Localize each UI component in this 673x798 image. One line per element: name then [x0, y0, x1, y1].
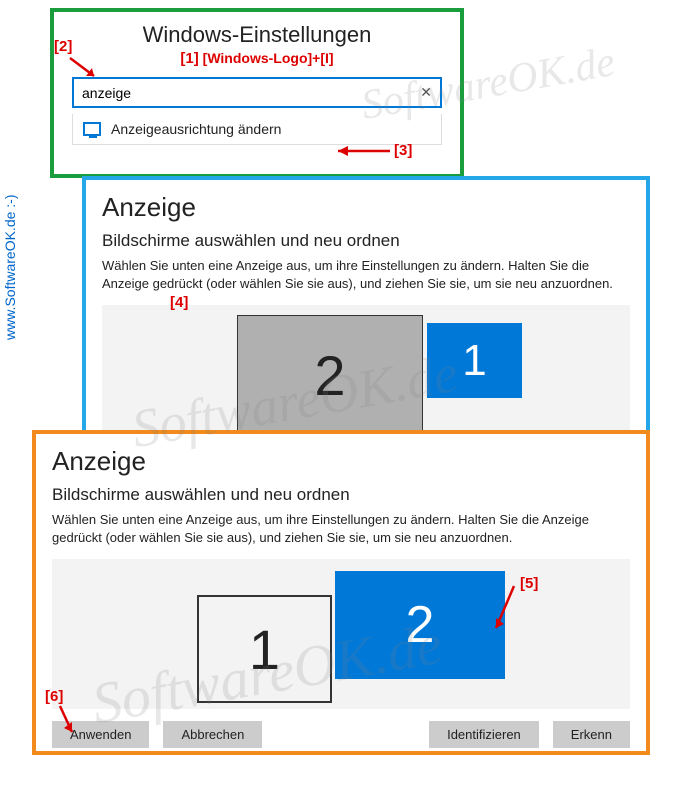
- keyboard-shortcut-hint: [1] [Windows-Logo]+[I]: [72, 50, 442, 67]
- shortcut-text: [Windows-Logo]+[I]: [203, 50, 334, 66]
- annotation-4: [4]: [170, 294, 188, 311]
- monitor-arrange-area[interactable]: 2 1: [52, 559, 630, 709]
- display-description: Wählen Sie unten eine Anzeige aus, um ih…: [102, 257, 630, 293]
- search-input[interactable]: [82, 85, 420, 101]
- annotation-2: [2]: [54, 38, 72, 55]
- monitor-2[interactable]: 2: [335, 571, 505, 679]
- display-title: Anzeige: [102, 192, 630, 223]
- search-box[interactable]: ✕: [72, 77, 442, 108]
- display-subtitle: Bildschirme auswählen und neu ordnen: [52, 485, 630, 505]
- identify-button[interactable]: Identifizieren: [429, 721, 539, 748]
- monitor-arrange-area[interactable]: 2 1: [102, 305, 630, 445]
- button-row: Anwenden Abbrechen Identifizieren Erkenn: [52, 721, 630, 748]
- monitor-icon: [83, 122, 101, 136]
- sidebar-url-text: www.SoftwareOK.de :-): [2, 195, 18, 341]
- arrow-icon: [64, 52, 104, 82]
- arrow-icon: [490, 580, 520, 640]
- cancel-button[interactable]: Abbrechen: [163, 721, 262, 748]
- annotation-3: [3]: [394, 142, 412, 159]
- arrow-icon: [52, 702, 82, 738]
- annotation-6: [6]: [45, 688, 63, 705]
- settings-title: Windows-Einstellungen: [72, 22, 442, 48]
- display-subtitle: Bildschirme auswählen und neu ordnen: [102, 231, 630, 251]
- display-title: Anzeige: [52, 446, 630, 477]
- display-description: Wählen Sie unten eine Anzeige aus, um ih…: [52, 511, 630, 547]
- search-result-item[interactable]: Anzeigeausrichtung ändern: [72, 114, 442, 145]
- arrow-icon: [330, 142, 394, 160]
- monitor-1[interactable]: 1: [197, 595, 332, 703]
- monitor-2[interactable]: 2: [237, 315, 423, 435]
- clear-icon[interactable]: ✕: [420, 84, 432, 101]
- monitor-1[interactable]: 1: [427, 323, 522, 398]
- annotation-5: [5]: [520, 575, 538, 592]
- annotation-1: [1]: [180, 50, 198, 67]
- display-panel-after: Anzeige Bildschirme auswählen und neu or…: [32, 430, 650, 755]
- detect-button[interactable]: Erkenn: [553, 721, 630, 748]
- search-result-label: Anzeigeausrichtung ändern: [111, 121, 281, 137]
